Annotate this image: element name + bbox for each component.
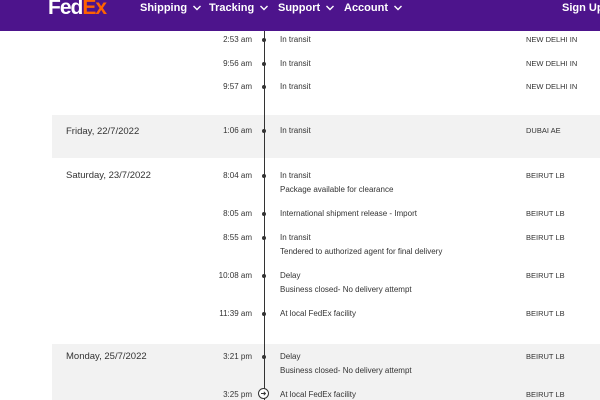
logo-fed: Fed	[48, 0, 83, 19]
event-status: At local FedEx facility	[280, 309, 357, 318]
timeline-dot	[262, 355, 266, 359]
event-location: BEIRUT LB	[526, 352, 565, 361]
event-location: BEIRUT LB	[526, 209, 565, 218]
chevron-down-icon	[193, 5, 202, 11]
event-location: NEW DELHI IN	[526, 82, 578, 91]
signup-login-link[interactable]: Sign Up/L	[562, 1, 600, 15]
timeline-dot	[262, 236, 266, 240]
event-location: BEIRUT LB	[526, 233, 565, 242]
event-status: International shipment release - Import	[280, 209, 417, 218]
event-location: BEIRUT LB	[526, 390, 565, 399]
nav-support-label: Support	[278, 2, 321, 14]
event-status: Delay	[280, 352, 301, 361]
event-time: 8:05 am	[223, 209, 252, 218]
event-time: 11:39 am	[219, 309, 252, 318]
arrow-right-circle-icon	[258, 388, 269, 399]
day-label-friday: Friday, 22/7/2022	[66, 126, 140, 137]
event-status: In transit	[280, 82, 311, 91]
nav-shipping[interactable]: Shipping	[140, 1, 202, 15]
event-time: 3:25 pm	[223, 390, 252, 399]
event-time: 3:21 pm	[223, 352, 252, 361]
day-label-monday: Monday, 25/7/2022	[66, 351, 147, 362]
event-time: 9:57 am	[223, 82, 252, 91]
event-time: 8:04 am	[223, 171, 252, 180]
timeline-dot	[262, 174, 266, 178]
event-time: 9:56 am	[223, 59, 252, 68]
event-detail: Tendered to authorized agent for final d…	[280, 247, 443, 256]
logo-ex: Ex	[82, 0, 107, 19]
chevron-down-icon	[260, 5, 269, 11]
event-detail: Package available for clearance	[280, 185, 394, 194]
event-location: BEIRUT LB	[526, 271, 565, 280]
event-time: 2:53 am	[223, 35, 252, 44]
event-status: Delay	[280, 271, 301, 280]
event-status: In transit	[280, 59, 311, 68]
nav-shipping-label: Shipping	[140, 2, 188, 14]
event-status: In transit	[280, 126, 311, 135]
nav-account[interactable]: Account	[344, 1, 403, 15]
event-location: NEW DELHI IN	[526, 35, 578, 44]
event-time: 8:55 am	[223, 233, 252, 242]
event-time: 1:06 am	[223, 126, 252, 135]
event-detail: Business closed- No delivery attempt	[280, 366, 412, 375]
chevron-down-icon	[326, 5, 335, 11]
timeline-dot	[262, 62, 266, 66]
event-location: BEIRUT LB	[526, 171, 565, 180]
timeline-dot	[262, 212, 266, 216]
event-status: At local FedEx facility	[280, 390, 357, 399]
travel-history: Friday, 22/7/2022 Saturday, 23/7/2022 Mo…	[0, 31, 600, 400]
event-location: NEW DELHI IN	[526, 59, 578, 68]
day-label-saturday: Saturday, 23/7/2022	[66, 170, 151, 181]
timeline-dot	[262, 274, 266, 278]
timeline-dot	[262, 129, 266, 133]
chevron-down-icon	[394, 5, 402, 11]
event-status: In transit	[280, 233, 311, 242]
event-status: In transit	[280, 171, 311, 180]
nav-account-label: Account	[344, 2, 388, 14]
nav-support[interactable]: Support	[278, 1, 335, 15]
timeline-dot	[262, 85, 266, 89]
nav-tracking[interactable]: Tracking	[209, 1, 269, 15]
top-navbar: FedEx Shipping Tracking Support Account …	[0, 0, 600, 31]
timeline-dot	[262, 38, 266, 42]
event-location: DUBAI AE	[526, 126, 561, 135]
event-location: BEIRUT LB	[526, 309, 565, 318]
fedex-logo[interactable]: FedEx	[48, 0, 107, 20]
timeline-dot	[262, 312, 266, 316]
nav-tracking-label: Tracking	[209, 2, 255, 14]
event-detail: Business closed- No delivery attempt	[280, 285, 412, 294]
event-status: In transit	[280, 35, 311, 44]
event-time: 10:08 am	[218, 271, 252, 280]
